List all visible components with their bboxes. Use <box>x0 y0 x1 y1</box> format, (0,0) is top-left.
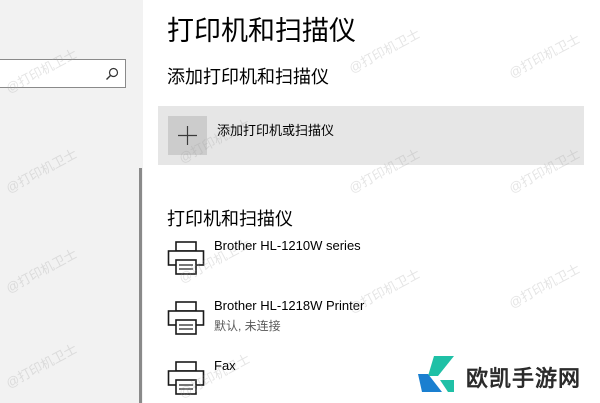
printers-section-title: 打印机和扫描仪 <box>167 209 293 229</box>
printer-icon <box>167 301 205 335</box>
watermark: @打印机卫士 <box>346 25 423 76</box>
brand-mark-icon <box>418 356 454 392</box>
watermark: @打印机卫士 <box>506 30 583 81</box>
search-icon[interactable] <box>105 67 119 81</box>
left-scrollbar[interactable] <box>139 168 142 403</box>
page-title: 打印机和扫描仪 <box>167 16 356 46</box>
printer-status: 默认, 未连接 <box>214 319 281 333</box>
plus-icon <box>178 126 197 145</box>
add-section-title: 添加打印机和扫描仪 <box>167 67 329 87</box>
printer-item-brother-1210w[interactable]: Brother HL-1210W series <box>158 237 584 287</box>
add-printer-label: 添加打印机或扫描仪 <box>217 123 335 138</box>
settings-window: 打印机和扫描仪 添加打印机和扫描仪 添加打印机或扫描仪 打印机和扫描仪 Brot… <box>0 0 600 403</box>
printer-name: Brother HL-1218W Printer <box>214 298 365 313</box>
search-input[interactable] <box>0 60 100 87</box>
add-icon-box <box>168 116 207 155</box>
printer-name: Fax <box>214 358 236 373</box>
search-box[interactable] <box>0 59 126 88</box>
printer-icon <box>167 241 205 275</box>
brand-name: 欧凯手游网 <box>466 366 582 391</box>
printer-item-brother-1218w[interactable]: Brother HL-1218W Printer 默认, 未连接 <box>158 297 584 347</box>
brand-logo: 欧凯手游网 <box>414 352 594 396</box>
printer-icon <box>167 361 205 395</box>
add-printer-button[interactable]: 添加打印机或扫描仪 <box>158 106 584 165</box>
left-nav-pane <box>0 0 143 403</box>
printer-name: Brother HL-1210W series <box>214 238 361 253</box>
